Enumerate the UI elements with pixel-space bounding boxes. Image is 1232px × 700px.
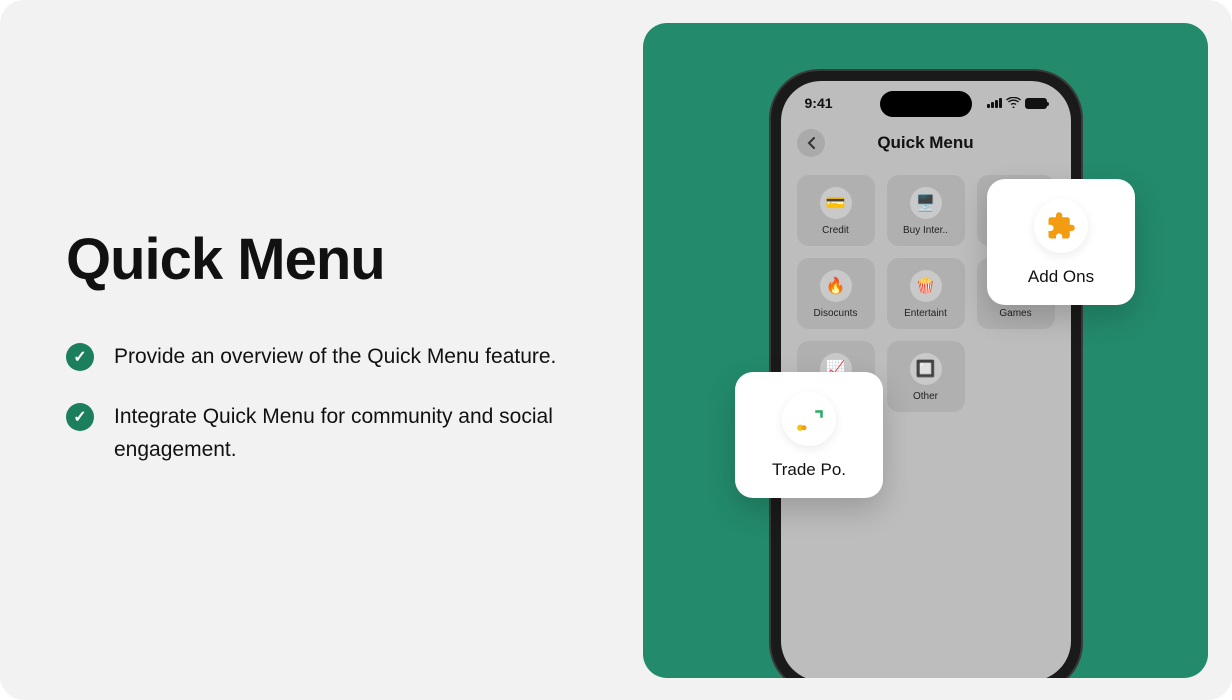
- status-icons: [987, 96, 1047, 111]
- menu-label: Credit: [822, 225, 849, 236]
- entertainment-icon: 🍿: [910, 270, 942, 302]
- menu-label: Entertaint: [904, 308, 947, 319]
- puzzle-icon: [1034, 199, 1088, 253]
- slide: Quick Menu ✓ Provide an overview of the …: [0, 0, 1232, 700]
- bullet-text: Provide an overview of the Quick Menu fe…: [114, 341, 556, 374]
- screen-header: Quick Menu: [781, 111, 1071, 167]
- float-label: Trade Po.: [772, 460, 846, 480]
- menu-item-other[interactable]: 🔲 Other: [887, 341, 965, 412]
- menu-label: Other: [913, 391, 938, 402]
- check-icon: ✓: [66, 403, 94, 431]
- bullet-item: ✓ Integrate Quick Menu for community and…: [66, 401, 583, 466]
- credit-icon: 💳: [820, 187, 852, 219]
- back-button[interactable]: [797, 129, 825, 157]
- menu-label: Games: [999, 308, 1031, 319]
- bullet-text: Integrate Quick Menu for community and s…: [114, 401, 583, 466]
- other-icon: 🔲: [910, 353, 942, 385]
- float-card-addons: Add Ons: [987, 179, 1135, 305]
- float-card-trade: Trade Po.: [735, 372, 883, 498]
- slide-title: Quick Menu: [66, 226, 583, 293]
- dynamic-island: [880, 91, 972, 117]
- discount-icon: 🔥: [820, 270, 852, 302]
- status-time: 9:41: [805, 95, 833, 111]
- chart-icon: [782, 392, 836, 446]
- left-panel: Quick Menu ✓ Provide an overview of the …: [0, 0, 643, 700]
- battery-icon: [1025, 98, 1047, 109]
- check-icon: ✓: [66, 343, 94, 371]
- menu-item-credit[interactable]: 💳 Credit: [797, 175, 875, 246]
- signal-icon: [987, 98, 1002, 108]
- float-label: Add Ons: [1028, 267, 1094, 287]
- right-panel: 9:41 Quick Menu: [643, 23, 1208, 678]
- screen-title: Quick Menu: [877, 133, 973, 153]
- wifi-icon: [1006, 96, 1021, 111]
- menu-item-internet[interactable]: 🖥️ Buy Inter..: [887, 175, 965, 246]
- menu-label: Disocunts: [814, 308, 858, 319]
- menu-item-discounts[interactable]: 🔥 Disocunts: [797, 258, 875, 329]
- internet-icon: 🖥️: [910, 187, 942, 219]
- menu-item-entertainment[interactable]: 🍿 Entertaint: [887, 258, 965, 329]
- menu-label: Buy Inter..: [903, 225, 948, 236]
- chevron-left-icon: [807, 137, 815, 149]
- bullet-item: ✓ Provide an overview of the Quick Menu …: [66, 341, 583, 374]
